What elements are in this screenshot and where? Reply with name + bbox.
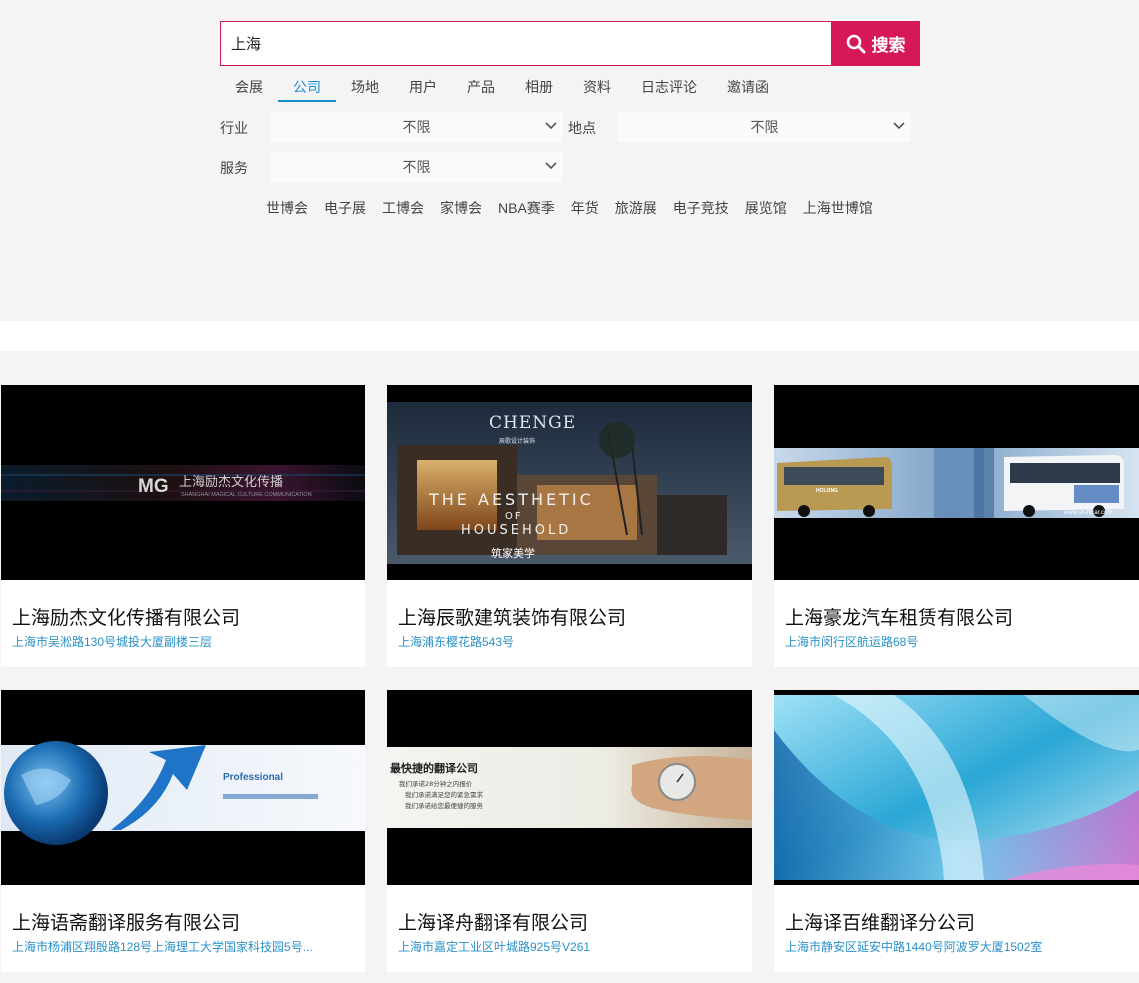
banner-url: www.sh-hlcar.com: [1063, 510, 1112, 516]
tab-company[interactable]: 公司: [278, 76, 336, 102]
hot-keyword[interactable]: 家博会: [432, 196, 490, 220]
chevron-down-icon: [893, 122, 905, 130]
hot-keyword[interactable]: 电子展: [316, 196, 374, 220]
industry-select-value: 不限: [402, 119, 431, 135]
chevron-down-icon: [545, 162, 557, 170]
banner-word: Professional: [223, 772, 283, 783]
company-banner: Professional: [1, 690, 365, 885]
banner-title: 最快捷的翻译公司: [390, 761, 478, 775]
section-divider: [0, 321, 1139, 351]
location-select-value: 不限: [750, 119, 779, 135]
hot-keyword[interactable]: 展览馆: [737, 196, 795, 220]
tab-user[interactable]: 用户: [394, 76, 452, 102]
company-address: 上海浦东樱花路543号: [398, 635, 515, 649]
service-select-value: 不限: [402, 159, 431, 175]
company-card[interactable]: HOLONG www.sh-hlcar.com 上海豪龙汽车租赁有限公司 上海市…: [774, 385, 1139, 667]
company-name[interactable]: 上海语斋翻译服务有限公司: [12, 908, 240, 935]
hot-keyword[interactable]: 年货: [563, 196, 607, 220]
banner-text: 上海励杰文化传播: [179, 475, 283, 490]
company-address: 上海市嘉定工业区叶城路925号V261: [398, 940, 591, 954]
category-tabs: 会展 公司 场地 用户 产品 相册 资料 日志评论 邀请函: [220, 76, 784, 106]
search-button-label: 搜索: [871, 36, 906, 55]
hot-keyword[interactable]: 电子竞技: [665, 196, 737, 220]
service-filter-label: 服务: [220, 160, 248, 176]
banner-line: HOUSEHOLD: [461, 523, 571, 538]
tab-product[interactable]: 产品: [452, 76, 510, 102]
hot-keyword[interactable]: 世博会: [258, 196, 316, 220]
service-select[interactable]: 不限: [270, 152, 563, 182]
company-name[interactable]: 上海译百维翻译分公司: [785, 908, 975, 935]
company-banner: CHENGE 辰歌设计装饰 THE AESTHETIC OF HOUSEHOLD…: [387, 385, 752, 580]
company-name[interactable]: 上海辰歌建筑装饰有限公司: [398, 603, 626, 630]
tab-venue[interactable]: 场地: [336, 76, 394, 102]
hot-keyword[interactable]: NBA赛季: [490, 196, 563, 220]
industry-select[interactable]: 不限: [270, 112, 563, 142]
company-name[interactable]: 上海译舟翻译有限公司: [398, 908, 588, 935]
search-button[interactable]: 搜索: [831, 21, 920, 66]
company-card[interactable]: Professional 上海语斋翻译服务有限公司 上海市杨浦区翔殷路128号上…: [1, 690, 365, 972]
tab-invitation[interactable]: 邀请函: [712, 76, 784, 102]
banner-line: OF: [505, 511, 523, 522]
banner-line: 我们承诺满足您的紧急需求: [405, 790, 484, 799]
tab-album[interactable]: 相册: [510, 76, 568, 102]
company-address: 上海市静安区延安中路1440号阿波罗大厦1502室: [785, 940, 1043, 954]
banner-line: 我们承诺给您最便捷的服务: [405, 801, 484, 810]
hot-keyword[interactable]: 上海世博馆: [795, 196, 881, 220]
banner-brand: HOLONG: [816, 488, 838, 494]
search-input[interactable]: [220, 21, 831, 66]
search-icon: [846, 34, 865, 53]
banner-logo: MG: [138, 476, 169, 497]
search-header: 搜索 会展 公司 场地 用户 产品 相册 资料 日志评论 邀请函 行业 不限 地…: [0, 0, 1139, 321]
banner-line: THE AESTHETIC: [428, 490, 594, 509]
company-banner: MG 上海励杰文化传播 SHANGHAI MAGICAL CULTURE COM…: [1, 385, 365, 580]
banner-tag: 辰歌设计装饰: [499, 437, 535, 445]
company-address: 上海市吴淞路130号城投大厦副楼三层: [12, 635, 213, 649]
industry-filter-label: 行业: [220, 120, 248, 136]
company-banner: [774, 690, 1139, 885]
hot-keywords: 世博会 电子展 工博会 家博会 NBA赛季 年货 旅游展 电子竞技 展览馆 上海…: [258, 196, 881, 220]
company-results: MG 上海励杰文化传播 SHANGHAI MAGICAL CULTURE COM…: [0, 351, 1139, 983]
company-banner: HOLONG www.sh-hlcar.com: [774, 385, 1139, 580]
banner-subtext: SHANGHAI MAGICAL CULTURE COMMUNICATION: [181, 492, 312, 498]
chevron-down-icon: [545, 122, 557, 130]
tab-blog-comments[interactable]: 日志评论: [626, 76, 712, 102]
company-card[interactable]: 最快捷的翻译公司 我们承诺28分钟之内报价 我们承诺满足您的紧急需求 我们承诺给…: [387, 690, 752, 972]
location-select[interactable]: 不限: [618, 112, 911, 142]
company-card[interactable]: CHENGE 辰歌设计装饰 THE AESTHETIC OF HOUSEHOLD…: [387, 385, 752, 667]
tab-document[interactable]: 资料: [568, 76, 626, 102]
banner-cn: 筑家美学: [491, 546, 535, 560]
company-address: 上海市闵行区航运路68号: [785, 635, 919, 649]
search-bar: 搜索: [220, 21, 920, 66]
banner-brand: CHENGE: [489, 413, 576, 433]
company-address: 上海市杨浦区翔殷路128号上海理工大学国家科技园5号...: [12, 940, 313, 954]
tab-exhibition[interactable]: 会展: [220, 76, 278, 102]
location-filter-label: 地点: [568, 120, 596, 136]
banner-line: 我们承诺28分钟之内报价: [399, 779, 473, 788]
company-name[interactable]: 上海励杰文化传播有限公司: [12, 603, 240, 630]
company-name[interactable]: 上海豪龙汽车租赁有限公司: [785, 603, 1013, 630]
hot-keyword[interactable]: 旅游展: [607, 196, 665, 220]
company-card[interactable]: 上海译百维翻译分公司 上海市静安区延安中路1440号阿波罗大厦1502室: [774, 690, 1139, 972]
company-card[interactable]: MG 上海励杰文化传播 SHANGHAI MAGICAL CULTURE COM…: [1, 385, 365, 667]
company-banner: 最快捷的翻译公司 我们承诺28分钟之内报价 我们承诺满足您的紧急需求 我们承诺给…: [387, 690, 752, 885]
hot-keyword[interactable]: 工博会: [374, 196, 432, 220]
